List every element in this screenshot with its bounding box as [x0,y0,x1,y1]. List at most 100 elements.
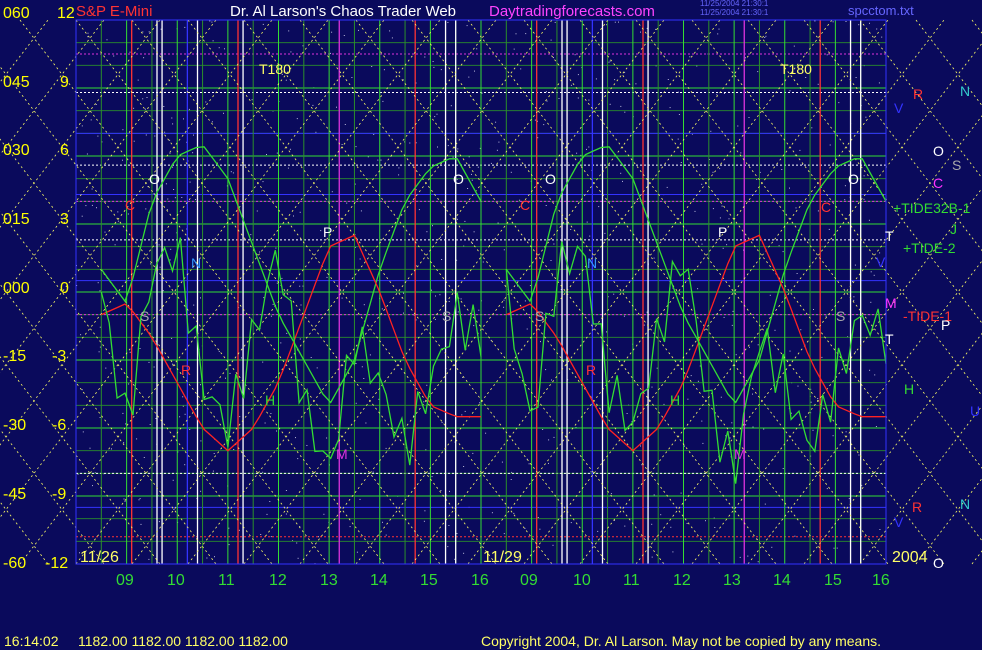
background-dot [403,312,404,314]
background-dot [870,301,872,303]
background-dot [497,222,499,224]
y-inner-label: -3 [52,348,67,365]
background-dot [435,295,436,297]
background-dot [179,416,181,418]
background-dot [460,298,462,300]
background-dot [728,218,730,220]
background-dot [128,383,130,385]
background-dot [173,189,175,190]
background-dot [825,315,827,317]
background-dot [117,211,119,213]
background-dot [651,523,653,525]
background-dot [812,429,814,431]
background-dot [260,534,262,535]
background-dot [845,431,847,433]
background-dot [529,285,531,287]
background-dot [154,135,156,137]
cycle-marker-o: O [545,171,556,187]
background-dot [381,308,383,310]
background-dot [805,77,807,78]
background-dot [99,346,101,348]
background-dot [300,304,302,306]
background-dot [737,125,739,127]
background-dot [468,76,470,78]
background-dot [782,251,784,253]
background-dot [228,527,230,529]
cycle-marker-p: P [718,224,728,240]
background-dot [200,440,202,442]
background-dot [496,149,498,151]
background-dot [498,141,500,143]
background-dot [677,138,679,140]
background-dot [341,297,343,299]
cycle-marker-h: H [670,392,681,408]
background-dot [211,121,213,123]
series-line [505,241,887,484]
background-dot [551,275,553,277]
background-dot [343,35,345,36]
background-dot [448,301,450,302]
background-dot [774,329,776,331]
background-dot [641,464,643,466]
background-dot [250,234,252,236]
background-dot [91,204,93,206]
background-dot [363,304,365,306]
background-dot [212,40,214,42]
y-outer-label: 060 [3,5,30,22]
background-dot [545,369,547,371]
background-dot [105,367,107,369]
background-dot [98,351,100,353]
background-dot [276,282,278,284]
background-dot [418,209,420,211]
background-dot [360,210,362,212]
background-dot [464,410,466,412]
background-dot [466,25,468,27]
background-dot [295,437,296,439]
background-dot [218,350,220,352]
background-dot [485,432,487,434]
background-dot [114,244,116,246]
background-dot [534,119,536,121]
background-dot [262,471,264,473]
background-dot [361,366,363,368]
cycle-marker-o: O [453,171,464,187]
background-dot [548,439,550,441]
background-dot [389,30,391,32]
background-dot [385,534,387,536]
background-dot [501,461,503,463]
x-tick-label: 13 [723,572,741,589]
background-dot [316,367,318,369]
background-dot [437,146,438,148]
background-dot [564,238,566,240]
background-dot [183,118,184,120]
site-link[interactable]: Daytradingforecasts.com [489,4,655,19]
background-dot [163,106,165,107]
cycle-marker-s: S [140,308,150,324]
background-dot [833,547,835,549]
background-dot [540,341,541,343]
background-dot [640,445,641,447]
background-dot [477,166,479,168]
background-dot [290,51,292,53]
background-dot [155,418,157,419]
background-dot [879,529,881,530]
background-dot [878,82,880,84]
background-dot [503,249,505,251]
cycle-marker-r: R [586,362,597,378]
background-dot [689,56,691,58]
background-dot [669,107,671,109]
background-dot [586,221,588,223]
background-dot [712,171,714,173]
background-dot [426,384,428,386]
background-dot [139,348,141,349]
background-dot [355,146,357,148]
background-dot [117,220,119,222]
background-dot [482,261,484,263]
background-dot [188,108,190,110]
background-dot [90,119,92,121]
background-dot [609,60,611,62]
background-dot [297,557,299,559]
background-dot [140,523,142,525]
background-dot [471,173,472,175]
background-dot [513,512,515,514]
